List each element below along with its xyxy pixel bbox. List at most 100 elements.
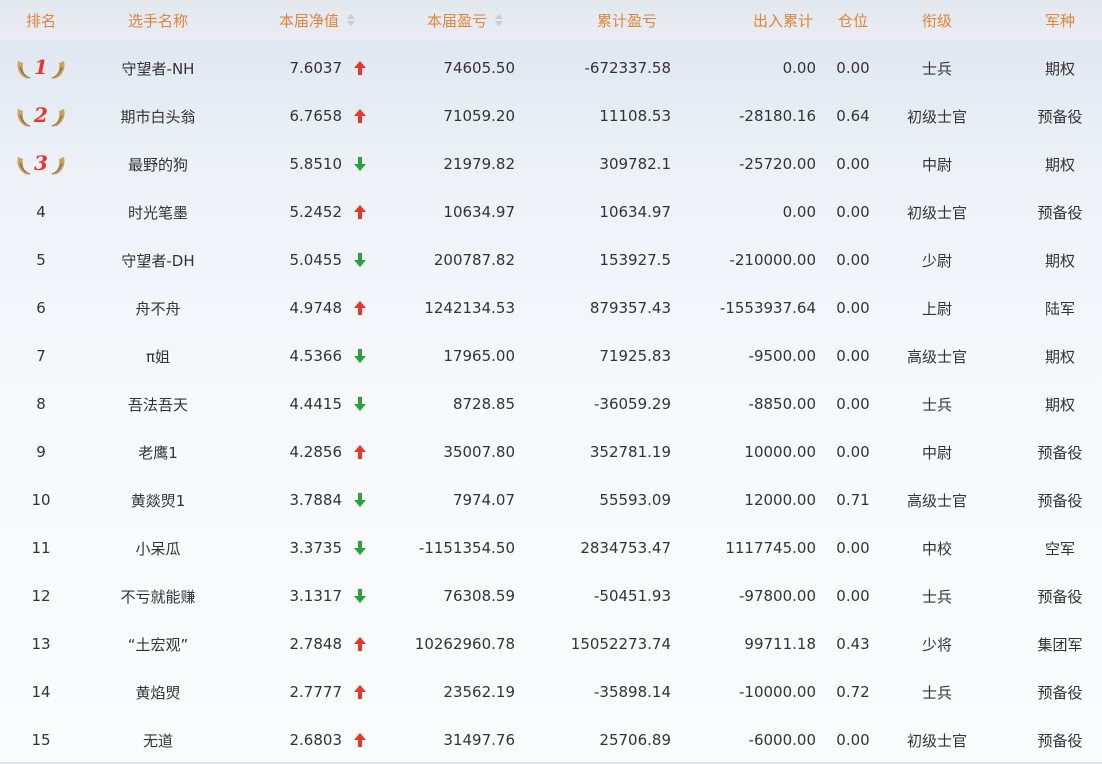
header-net-value-label: 本届净值	[278, 11, 339, 30]
period-profit: 1242134.53	[424, 299, 515, 317]
service-branch: 预备役	[1037, 683, 1083, 702]
player-name[interactable]: 黄焰焽	[88, 668, 228, 716]
player-name[interactable]: 不亏就能赚	[88, 572, 228, 620]
player-name[interactable]: 守望者-NH	[88, 44, 228, 92]
table-row[interactable]: 2 期市白头翁 6.7658 71059.20 11108.53 -28180.…	[0, 92, 1102, 140]
net-value: 2.7777	[289, 683, 343, 701]
arrow-up-icon	[354, 109, 366, 123]
player-name[interactable]: 时光笔墨	[88, 188, 228, 236]
player-name[interactable]: 守望者-DH	[88, 236, 228, 284]
player-name[interactable]: 吾法吾天	[88, 380, 228, 428]
military-rank: 高级士官	[906, 491, 967, 510]
inout-total: 0.00	[782, 59, 816, 77]
period-profit: 23562.19	[443, 683, 515, 701]
period-profit: 71059.20	[443, 107, 515, 125]
player-name[interactable]: 无道	[88, 716, 228, 764]
period-profit: 31497.76	[443, 731, 515, 749]
net-value: 4.4415	[289, 395, 343, 413]
laurel-medal-icon: 3	[17, 151, 65, 175]
military-rank: 初级士官	[906, 731, 967, 750]
ranking-table: 排名 选手名称 本届净值 本届盈亏 累计盈亏 出入累计 仓位 衔级 军种 1 守…	[0, 0, 1102, 762]
rank-number: 14	[31, 683, 51, 701]
position-ratio: 0.64	[836, 107, 870, 125]
military-rank: 高级士官	[906, 347, 967, 366]
trend-indicator	[350, 284, 370, 332]
header-arm: 军种	[1044, 11, 1075, 30]
table-row[interactable]: 1 守望者-NH 7.6037 74605.50 -672337.58 0.00…	[0, 44, 1102, 92]
service-branch: 预备役	[1037, 587, 1083, 606]
player-name[interactable]: 期市白头翁	[88, 92, 228, 140]
rank-medal: 3	[8, 140, 74, 188]
cumulative-profit: 2834753.47	[580, 539, 671, 557]
position-ratio: 0.72	[836, 683, 870, 701]
arrow-down-icon	[354, 253, 366, 267]
player-name[interactable]: 舟不舟	[88, 284, 228, 332]
svg-text:2: 2	[33, 103, 48, 127]
military-rank: 初级士官	[906, 203, 967, 222]
trend-indicator	[350, 668, 370, 716]
trend-indicator	[350, 524, 370, 572]
sort-icon[interactable]	[495, 14, 503, 26]
table-row[interactable]: 13 “土宏观” 2.7848 10262960.78 15052273.74 …	[0, 620, 1102, 668]
service-branch: 预备役	[1037, 731, 1083, 750]
table-row[interactable]: 3 最野的狗 5.8510 21979.82 309782.1 -25720.0…	[0, 140, 1102, 188]
period-profit: 8728.85	[452, 395, 515, 413]
trend-indicator	[350, 428, 370, 476]
position-ratio: 0.00	[836, 443, 870, 461]
net-value: 3.1317	[289, 587, 343, 605]
trend-indicator	[350, 572, 370, 620]
table-row[interactable]: 12 不亏就能赚 3.1317 76308.59 -50451.93 -9780…	[0, 572, 1102, 620]
sort-icon[interactable]	[347, 14, 355, 26]
position-ratio: 0.00	[836, 155, 870, 173]
table-row[interactable]: 6 舟不舟 4.9748 1242134.53 879357.43 -15539…	[0, 284, 1102, 332]
player-name[interactable]: 最野的狗	[88, 140, 228, 188]
military-rank: 士兵	[921, 59, 952, 78]
cumulative-profit: -672337.58	[584, 59, 671, 77]
table-row[interactable]: 4 时光笔墨 5.2452 10634.97 10634.97 0.00 0.0…	[0, 188, 1102, 236]
cumulative-profit: 25706.89	[599, 731, 671, 749]
cumulative-profit: 879357.43	[589, 299, 671, 317]
player-name[interactable]: “土宏观”	[88, 620, 228, 668]
player-name[interactable]: π姐	[88, 332, 228, 380]
table-row[interactable]: 7 π姐 4.5366 17965.00 71925.83 -9500.00 0…	[0, 332, 1102, 380]
table-row[interactable]: 9 老鹰1 4.2856 35007.80 352781.19 10000.00…	[0, 428, 1102, 476]
position-ratio: 0.00	[836, 731, 870, 749]
period-profit: 200787.82	[433, 251, 515, 269]
rank-number: 9	[36, 443, 46, 461]
table-row[interactable]: 5 守望者-DH 5.0455 200787.82 153927.5 -2100…	[0, 236, 1102, 284]
header-inout: 出入累计	[752, 11, 813, 30]
cumulative-profit: 309782.1	[599, 155, 671, 173]
period-profit: 74605.50	[443, 59, 515, 77]
position-ratio: 0.00	[836, 395, 870, 413]
header-net-value[interactable]: 本届净值	[262, 0, 372, 40]
header-title: 衔级	[921, 11, 952, 30]
inout-total: -1553937.64	[719, 299, 816, 317]
laurel-medal-icon: 2	[17, 103, 65, 127]
position-ratio: 0.43	[836, 635, 870, 653]
table-row[interactable]: 14 黄焰焽 2.7777 23562.19 -35898.14 -10000.…	[0, 668, 1102, 716]
header-profit[interactable]: 本届盈亏	[410, 0, 520, 40]
net-value: 5.8510	[289, 155, 343, 173]
table-row[interactable]: 11 小呆瓜 3.3735 -1151354.50 2834753.47 111…	[0, 524, 1102, 572]
rank-medal: 2	[8, 92, 74, 140]
table-row[interactable]: 8 吾法吾天 4.4415 8728.85 -36059.29 -8850.00…	[0, 380, 1102, 428]
period-profit: 17965.00	[443, 347, 515, 365]
position-ratio: 0.00	[836, 347, 870, 365]
net-value: 2.6803	[289, 731, 343, 749]
trend-indicator	[350, 332, 370, 380]
rank-number: 15	[31, 731, 51, 749]
rank-number: 13	[31, 635, 51, 653]
player-name[interactable]: 小呆瓜	[88, 524, 228, 572]
inout-total: -28180.16	[739, 107, 816, 125]
laurel-medal-icon: 1	[17, 55, 65, 79]
rank-number: 5	[36, 251, 46, 269]
table-row[interactable]: 10 黄燚焽1 3.7884 7974.07 55593.09 12000.00…	[0, 476, 1102, 524]
arrow-down-icon	[354, 157, 366, 171]
table-row[interactable]: 15 无道 2.6803 31497.76 25706.89 -6000.00 …	[0, 716, 1102, 764]
position-ratio: 0.00	[836, 587, 870, 605]
player-name[interactable]: 老鹰1	[88, 428, 228, 476]
player-name[interactable]: 黄燚焽1	[88, 476, 228, 524]
service-branch: 期权	[1044, 251, 1075, 270]
cumulative-profit: 10634.97	[599, 203, 671, 221]
arrow-down-icon	[354, 349, 366, 363]
